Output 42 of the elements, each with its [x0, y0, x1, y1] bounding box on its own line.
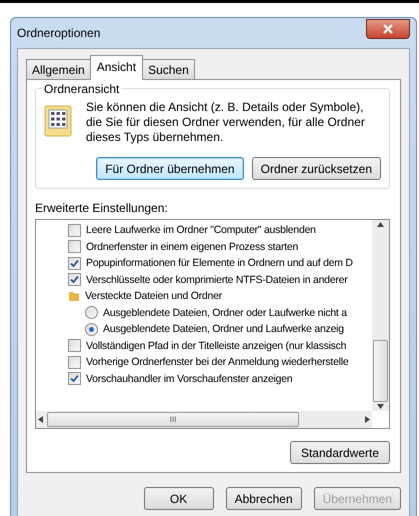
setting-label: Ausgeblendete Dateien, Ordner oder Laufwerke nicht a — [103, 306, 347, 319]
scroll-down-icon[interactable] — [377, 404, 384, 409]
setting-label: Leere Laufwerke im Ordner "Computer" ausblenden — [86, 224, 316, 236]
setting-label: Ausgeblendete Dateien, Ordner und Laufwerke anzeig — [103, 323, 344, 336]
setting-label: Vorschauhandler im Vorschaufenster anzeigen — [86, 372, 292, 385]
checkbox[interactable] — [68, 240, 81, 254]
checkbox[interactable] — [68, 224, 81, 237]
checkbox[interactable] — [68, 273, 81, 286]
setting-label: Ordnerfenster in einem eigenen Prozess starten — [86, 240, 298, 253]
defaults-button[interactable]: Standardwerte — [290, 441, 390, 464]
folder-button[interactable]: Für Ordner übernehmen — [96, 157, 244, 180]
setting-label: Vorherige Ordnerfenster bei der Anmeldung wiederherstelle — [86, 356, 348, 368]
scroll-left-icon[interactable] — [38, 416, 43, 423]
scroll-up-icon[interactable] — [377, 222, 384, 227]
folder-button[interactable]: Ordner zurücksetzen — [252, 157, 381, 180]
tab[interactable]: Ansicht — [90, 55, 144, 80]
tab[interactable]: Suchen — [142, 59, 195, 80]
folder-icon — [68, 290, 80, 302]
checkbox[interactable] — [68, 356, 81, 369]
window-title: Ordneroptionen — [17, 26, 100, 40]
setting-label: Popupinformationen für Elemente in Ordnern und auf dem D — [86, 257, 353, 270]
dialog-button[interactable]: OK — [144, 487, 214, 510]
radio-button[interactable] — [85, 306, 98, 320]
scroll-right-icon[interactable] — [365, 416, 370, 423]
checkbox[interactable] — [68, 256, 81, 270]
section-label: Erweiterte Einstellungen: — [35, 201, 169, 215]
close-icon — [383, 24, 393, 34]
setting-label: Verschlüsselte oder komprimierte NTFS-Dateien in anderer — [86, 274, 348, 286]
scroll-grip: III — [170, 415, 176, 424]
radio-button[interactable] — [85, 322, 98, 336]
vertical-scrollbar[interactable] — [372, 220, 389, 411]
setting-label: Vollständigen Pfad in der Titelleiste anzeigen (nur klassisch — [86, 340, 346, 352]
close-button[interactable] — [366, 19, 410, 39]
description-text: Sie können die Ansicht (z. B. Details oder Symbole), die Sie für diesen Ordner verwenden, für alle Ordner dieses Typs übernehmen. — [86, 100, 366, 145]
checkbox[interactable] — [68, 339, 81, 352]
folder-view-icon — [44, 104, 74, 138]
checkbox[interactable] — [68, 372, 81, 386]
horizontal-scrollbar[interactable]: III — [36, 411, 372, 428]
dialog-button[interactable]: Abbrechen — [226, 487, 302, 510]
tab[interactable]: Allgemein — [26, 59, 91, 80]
group-title: Ordneransicht — [42, 82, 122, 96]
setting-label: Versteckte Dateien und Ordner — [85, 290, 222, 302]
